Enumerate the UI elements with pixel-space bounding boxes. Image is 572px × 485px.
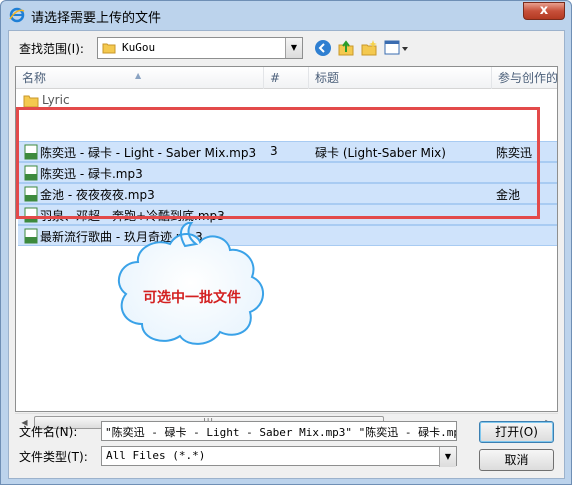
mp3-file-icon [24, 228, 38, 244]
lookin-label: 查找范围(I): [19, 42, 84, 56]
cancel-button[interactable]: 取消 [479, 449, 554, 471]
new-folder-icon[interactable] [360, 39, 378, 57]
ie-icon [9, 7, 25, 23]
open-button[interactable]: 打开(O) [479, 421, 554, 443]
up-folder-icon[interactable] [337, 39, 355, 57]
back-icon[interactable] [314, 39, 332, 57]
column-header-artist[interactable]: 参与创作的 [492, 67, 557, 89]
column-header-number[interactable]: # [264, 67, 309, 89]
lookin-dropdown-button[interactable]: ▼ [285, 38, 302, 58]
column-header-title[interactable]: 标题 [309, 67, 492, 89]
filename-label: 文件名(N): [19, 425, 78, 439]
annotation-text: 可选中一批文件 [143, 290, 241, 306]
close-button[interactable]: x [523, 2, 565, 20]
filename-input[interactable]: "陈奕迅 - 碌卡 - Light - Saber Mix.mp3" "陈奕迅 … [101, 421, 457, 441]
filetype-select[interactable]: All Files (*.*) ▼ [101, 446, 457, 467]
title-bar[interactable]: 请选择需要上传的文件 x [1, 1, 571, 29]
filetype-value: All Files (*.*) [106, 449, 206, 462]
filetype-dropdown-button[interactable]: ▼ [439, 447, 456, 467]
file-name: Lyric [42, 93, 70, 107]
column-header-name[interactable]: 名称 ▲ [16, 67, 264, 89]
lookin-value: KuGou [122, 41, 156, 54]
sort-ascending-icon: ▲ [135, 71, 142, 80]
view-menu-icon[interactable] [384, 39, 410, 57]
list-item[interactable]: 最新流行歌曲 - 玖月奇迹.mp3 [18, 225, 557, 246]
selection-highlight-box [16, 107, 540, 219]
close-icon: x [539, 3, 549, 18]
file-dialog-window: 请选择需要上传的文件 x 查找范围(I): KuGou ▼ 名称 ▲ # 标题 … [0, 0, 572, 485]
list-header: 名称 ▲ # 标题 参与创作的 [16, 67, 557, 89]
folder-icon [102, 43, 116, 54]
window-title: 请选择需要上传的文件 [31, 11, 162, 26]
dialog-client: 查找范围(I): KuGou ▼ 名称 ▲ # 标题 参与创作的 Lyric 陈… [8, 30, 565, 479]
lookin-combo[interactable]: KuGou ▼ [97, 37, 303, 59]
filetype-label: 文件类型(T): [19, 450, 88, 464]
